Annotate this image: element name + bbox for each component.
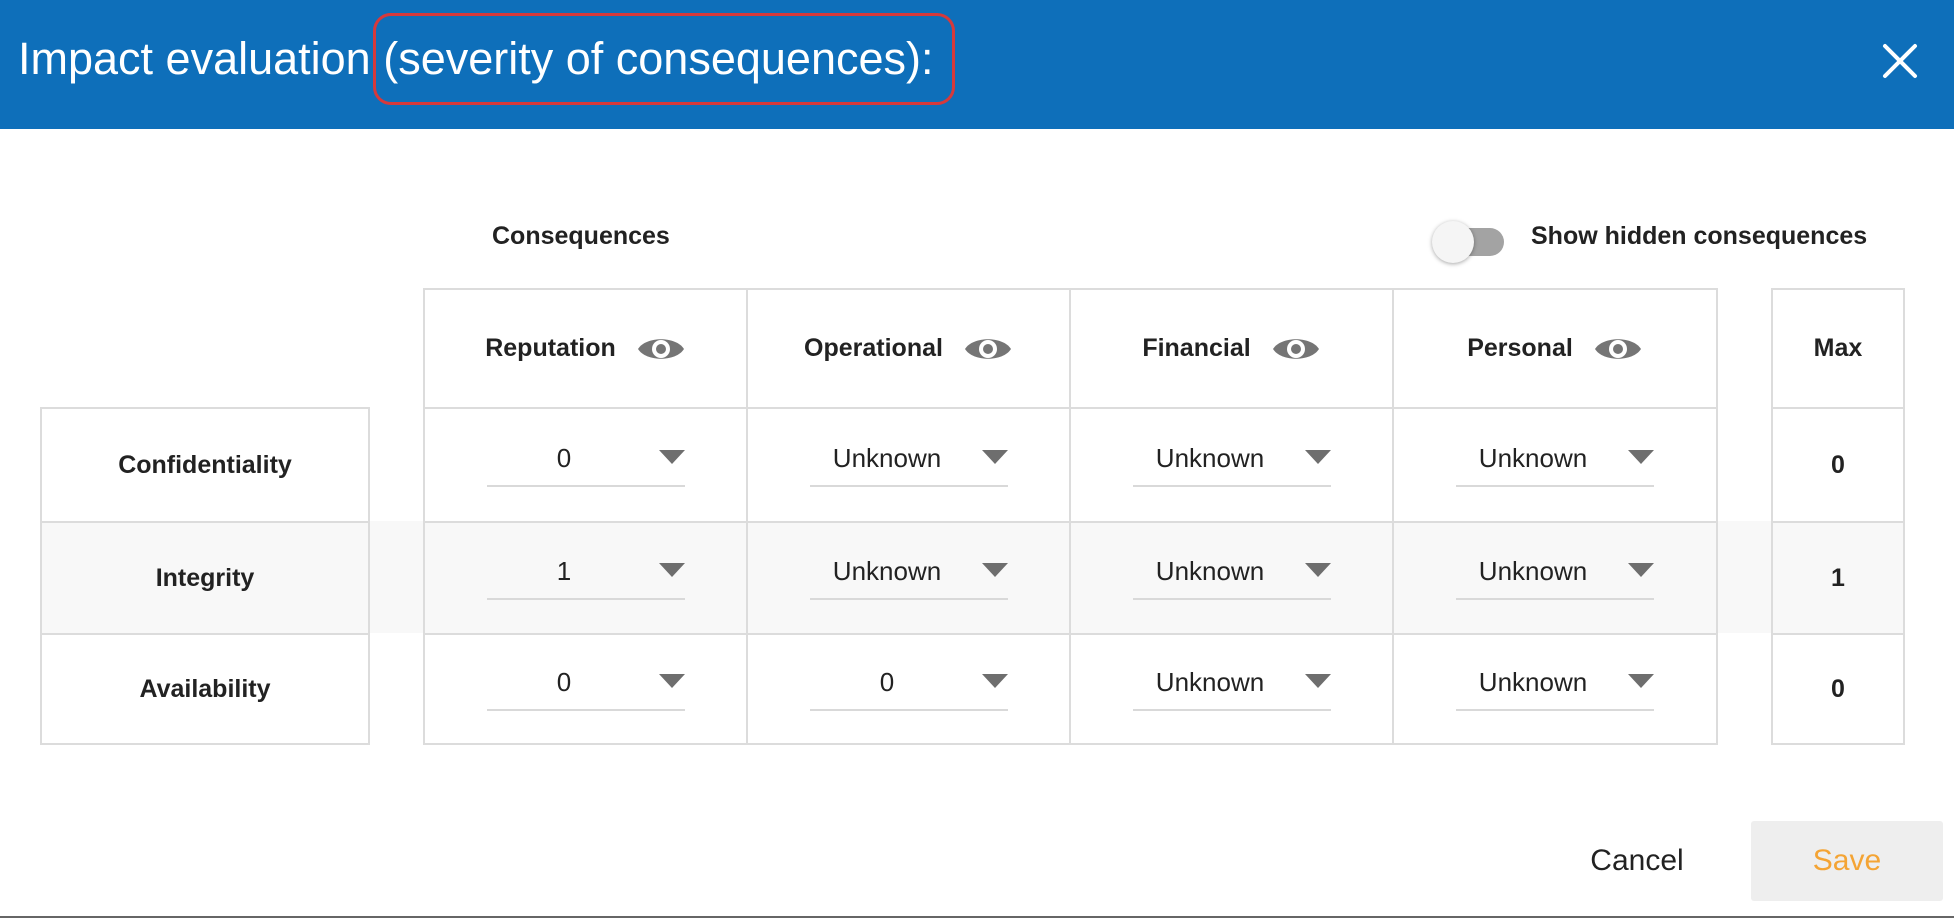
max-value: 1 xyxy=(1831,563,1845,592)
close-button[interactable] xyxy=(1879,40,1921,82)
table-cell: Unknown xyxy=(1392,633,1718,745)
max-cell: 0 xyxy=(1771,407,1905,523)
show-hidden-consequences-label: Show hidden consequences xyxy=(1531,222,1868,250)
severity-select[interactable]: Unknown xyxy=(1456,437,1654,487)
column-header-label: Financial xyxy=(1142,334,1251,362)
severity-select[interactable]: 0 xyxy=(487,437,685,487)
severity-select[interactable]: Unknown xyxy=(810,437,1008,487)
chevron-down-icon xyxy=(982,563,1008,577)
severity-select[interactable]: Unknown xyxy=(810,550,1008,600)
chevron-down-icon xyxy=(1628,450,1654,464)
max-cell: 1 xyxy=(1771,521,1905,635)
severity-select[interactable]: 0 xyxy=(810,661,1008,711)
eye-icon[interactable] xyxy=(1271,332,1321,366)
select-value: Unknown xyxy=(1478,443,1588,473)
severity-select[interactable]: 0 xyxy=(487,661,685,711)
table-cell: 0 xyxy=(423,407,748,523)
table-cell: Unknown xyxy=(1392,521,1718,635)
chevron-down-icon xyxy=(1305,450,1331,464)
column-header-label: Personal xyxy=(1467,334,1573,362)
chevron-down-icon xyxy=(982,674,1008,688)
row-header-label: Availability xyxy=(139,674,271,703)
save-button[interactable]: Save xyxy=(1751,821,1943,901)
max-value: 0 xyxy=(1831,450,1845,479)
severity-select[interactable]: Unknown xyxy=(1456,550,1654,600)
row-header-integrity: Integrity xyxy=(40,521,370,635)
chevron-down-icon xyxy=(1305,674,1331,688)
select-value: Unknown xyxy=(1478,556,1588,586)
chevron-down-icon xyxy=(1628,674,1654,688)
select-value: Unknown xyxy=(1478,667,1588,697)
select-value: Unknown xyxy=(1155,443,1265,473)
dialog-header: Impact evaluation (severity of consequen… xyxy=(0,0,1954,129)
max-cell: 0 xyxy=(1771,633,1905,745)
select-value: 0 xyxy=(556,443,572,473)
chevron-down-icon xyxy=(1305,563,1331,577)
close-icon xyxy=(1883,44,1917,78)
table-cell: 0 xyxy=(746,633,1071,745)
eye-icon[interactable] xyxy=(1593,332,1643,366)
select-value: Unknown xyxy=(832,556,942,586)
max-value: 0 xyxy=(1831,674,1845,703)
impact-evaluation-dialog: Impact evaluation (severity of consequen… xyxy=(0,0,1954,918)
severity-select[interactable]: Unknown xyxy=(1133,661,1331,711)
table-cell: Unknown xyxy=(746,521,1071,635)
chevron-down-icon xyxy=(982,450,1008,464)
chevron-down-icon xyxy=(1628,563,1654,577)
select-value: 0 xyxy=(556,667,572,697)
row-header-confidentiality: Confidentiality xyxy=(40,407,370,523)
table-cell: Unknown xyxy=(1069,633,1394,745)
title-highlight: (severity of consequences): xyxy=(373,13,956,105)
chevron-down-icon xyxy=(659,674,685,688)
chevron-down-icon xyxy=(659,563,685,577)
cancel-button[interactable]: Cancel xyxy=(1567,821,1707,901)
table-cell: Unknown xyxy=(1069,407,1394,523)
select-value: 1 xyxy=(556,556,572,586)
column-header-label: Reputation xyxy=(485,334,616,362)
table-cell: Unknown xyxy=(1069,521,1394,635)
severity-select[interactable]: Unknown xyxy=(1133,437,1331,487)
dialog-title: Impact evaluation (severity of consequen… xyxy=(18,13,956,105)
table-cell: Unknown xyxy=(1392,407,1718,523)
title-main: Impact evaluation xyxy=(18,33,384,84)
column-header-operational: Operational xyxy=(746,288,1071,409)
severity-select[interactable]: Unknown xyxy=(1133,550,1331,600)
select-value: 0 xyxy=(879,667,895,697)
column-header-personal: Personal xyxy=(1392,288,1718,409)
row-header-availability: Availability xyxy=(40,633,370,745)
consequences-heading: Consequences xyxy=(492,222,670,250)
table-cell: 0 xyxy=(423,633,748,745)
select-value: Unknown xyxy=(1155,667,1265,697)
severity-select[interactable]: 1 xyxy=(487,550,685,600)
eye-icon[interactable] xyxy=(636,332,686,366)
chevron-down-icon xyxy=(659,450,685,464)
toggle-knob xyxy=(1432,221,1474,263)
table-cell: Unknown xyxy=(746,407,1071,523)
show-hidden-consequences-toggle[interactable] xyxy=(1432,219,1512,263)
eye-icon[interactable] xyxy=(963,332,1013,366)
column-header-max: Max xyxy=(1771,288,1905,409)
table-cell: 1 xyxy=(423,521,748,635)
max-header-label: Max xyxy=(1813,334,1863,362)
severity-select[interactable]: Unknown xyxy=(1456,661,1654,711)
column-header-financial: Financial xyxy=(1069,288,1394,409)
row-header-label: Integrity xyxy=(155,563,255,592)
column-header-label: Operational xyxy=(804,334,943,362)
row-header-label: Confidentiality xyxy=(118,450,292,479)
select-value: Unknown xyxy=(1155,556,1265,586)
select-value: Unknown xyxy=(832,443,942,473)
column-header-reputation: Reputation xyxy=(423,288,748,409)
